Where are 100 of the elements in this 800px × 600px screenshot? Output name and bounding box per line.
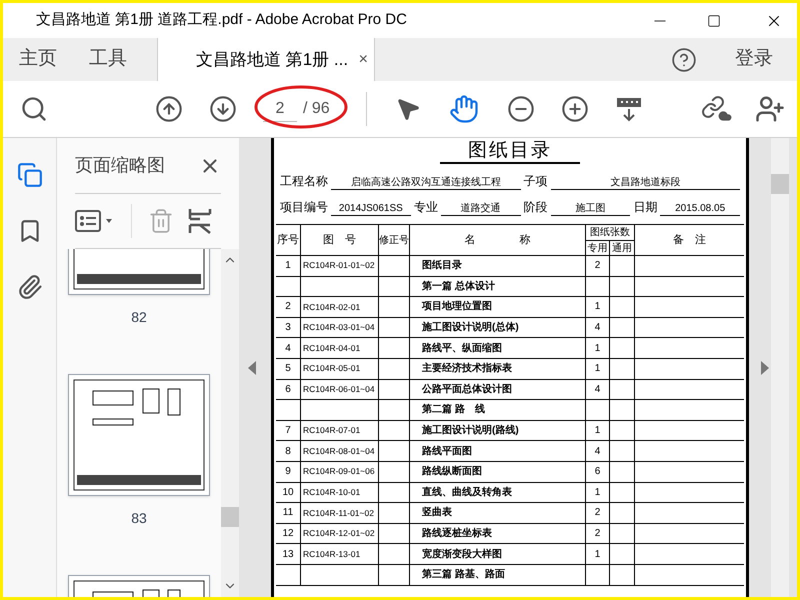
help-icon[interactable] xyxy=(671,46,697,72)
page-number: 83 xyxy=(131,509,147,528)
table-cell-text: 10 xyxy=(282,486,294,500)
field-label: 专业 xyxy=(414,199,438,216)
crop-pages-icon[interactable] xyxy=(188,207,212,235)
sign-in-button[interactable]: 登录 xyxy=(735,38,773,81)
nav-tab[interactable]: 主页 xyxy=(3,38,73,81)
nav-tab[interactable]: 工具 xyxy=(73,38,143,81)
table-cell-text: 1 xyxy=(594,486,600,500)
table-cell-text: 2 xyxy=(594,259,600,274)
table-cell-text: 11 xyxy=(282,506,294,520)
table-cell-text: 路线纵断面图 xyxy=(422,464,482,480)
table-cell-text: 4 xyxy=(594,382,600,397)
table-cell-text: 图纸目录 xyxy=(422,258,462,274)
table-cell: 路线逐桩坐标表 xyxy=(422,526,492,542)
table-cell-text: 1 xyxy=(594,300,600,314)
hand-tool-icon[interactable] xyxy=(448,94,479,124)
table-cell: RC104R-11-01~02 xyxy=(303,506,374,520)
table-cell-text: 2 xyxy=(594,506,600,520)
table-cell-text: 2 xyxy=(594,527,600,542)
tab-label: 文昌路地道 第1册 ... xyxy=(196,49,348,72)
column-header: 图纸张数 xyxy=(586,225,634,241)
next-page-button[interactable] xyxy=(209,95,237,123)
page-count: / 96 xyxy=(303,99,330,119)
options-menu-icon[interactable] xyxy=(75,209,115,233)
field-label: 工程名称 xyxy=(280,173,328,190)
field-value: 道路交通 xyxy=(440,202,520,216)
table-cell-text: 6 xyxy=(285,382,291,397)
column-header: 通用 xyxy=(611,242,633,256)
column-header: 图 号 xyxy=(301,225,379,255)
table-cell-text: 7 xyxy=(285,424,291,438)
table-cell-text: 1 xyxy=(594,342,600,356)
table-cell: RC104R-06-01~04 xyxy=(303,382,375,396)
page-number-field[interactable]: 2 xyxy=(263,96,297,122)
table-cell: RC104R-02-01 xyxy=(303,300,360,314)
panel-title: 页面缩略图 xyxy=(75,154,166,177)
table-cell-text: 施工图设计说明(路线) xyxy=(422,424,519,438)
table-cell-text: 6 xyxy=(594,465,600,480)
table-cell: RC104R-12-01~02 xyxy=(303,527,375,540)
maximize-button[interactable] xyxy=(707,14,721,28)
section-heading: 第三篇 路基、路面 xyxy=(422,568,505,582)
table-cell-text: 12 xyxy=(282,527,294,542)
table-cell-text: 施工图设计说明(总体) xyxy=(422,320,519,336)
field-value: 2015.08.05 xyxy=(660,202,740,216)
table-cell-text: 项目地理位置图 xyxy=(422,300,492,314)
window-title: 文昌路地道 第1册 道路工程.pdf - Adobe Acrobat Pro DC xyxy=(36,10,408,30)
column-header: 修正号 xyxy=(379,225,410,255)
paperclip-icon[interactable] xyxy=(16,272,42,302)
share-link-icon[interactable] xyxy=(701,95,733,123)
table-cell-text: 公路平面总体设计图 xyxy=(422,382,512,397)
table-cell: RC104R-03-01~04 xyxy=(303,321,375,334)
table-cell-text: 直线、曲线及转角表 xyxy=(422,486,512,500)
table-cell-text: 5 xyxy=(285,362,291,376)
field-value: 施工图 xyxy=(550,202,630,216)
field-label: 项目编号 xyxy=(280,199,328,216)
thumbnails-icon[interactable] xyxy=(16,160,42,190)
add-user-icon[interactable] xyxy=(755,94,785,124)
keyboard-download-icon[interactable] xyxy=(614,95,643,123)
table-cell-text: 竖曲表 xyxy=(422,506,452,520)
table-cell-text: 路线平面图 xyxy=(422,444,472,459)
column-header: 备 注 xyxy=(672,232,707,248)
field-label: 子项 xyxy=(524,173,548,190)
search-icon[interactable] xyxy=(20,95,48,123)
field-label: 日期 xyxy=(633,199,658,216)
previous-page-button[interactable] xyxy=(155,95,183,123)
page-number: 82 xyxy=(131,308,147,327)
field-value: 2014JS061SS xyxy=(331,202,411,216)
document-tab[interactable]: 文昌路地道 第1册 ... × xyxy=(157,38,375,82)
table-cell-text: 13 xyxy=(282,548,294,562)
table-cell: RC104R-08-01~04 xyxy=(303,444,375,458)
table-cell-text: 宽度渐变段大样图 xyxy=(422,547,502,562)
collapse-panel-icon[interactable] xyxy=(248,360,256,374)
column-header: 专用 xyxy=(586,241,610,256)
zoom-out-button[interactable] xyxy=(506,95,535,123)
column-header: 序号 xyxy=(276,225,301,255)
table-cell: RC104R-09-01~06 xyxy=(303,465,375,478)
section-heading: 第二篇 路 线 xyxy=(422,402,485,418)
expand-panel-icon[interactable] xyxy=(761,360,769,374)
table-cell: 主要经济技术指标表 xyxy=(422,361,512,376)
zoom-in-button[interactable] xyxy=(560,95,589,123)
scrollbar-thumb[interactable] xyxy=(221,507,239,527)
section-heading: 第一篇 总体设计 xyxy=(422,280,495,294)
field-value: 启临高速公路双沟互通连接线工程 xyxy=(331,176,520,190)
tab-close-button[interactable]: × xyxy=(358,48,368,72)
table-cell-text: 1 xyxy=(594,548,600,562)
field-label: 阶段 xyxy=(524,199,548,216)
table-cell-text: 1 xyxy=(594,424,600,438)
document-title: 图纸目录 xyxy=(440,140,580,164)
table-cell-text: 2 xyxy=(285,300,291,314)
table-cell-text: 4 xyxy=(285,342,291,356)
field-value: 文昌路地道标段 xyxy=(550,176,740,190)
table-cell: RC104R-01-01~02 xyxy=(303,259,375,272)
table-cell: RC104R-04-01 xyxy=(303,342,360,355)
table-cell-text: 8 xyxy=(285,444,291,459)
table-cell-text: 9 xyxy=(285,465,291,480)
column-header: 名 称 xyxy=(410,225,586,255)
table-cell-text: 路线平、纵面缩图 xyxy=(422,342,502,356)
table-cell-text: 1 xyxy=(594,362,600,376)
table-cell: RC104R-10-01 xyxy=(303,486,360,499)
table-cell-text: 3 xyxy=(285,321,291,336)
